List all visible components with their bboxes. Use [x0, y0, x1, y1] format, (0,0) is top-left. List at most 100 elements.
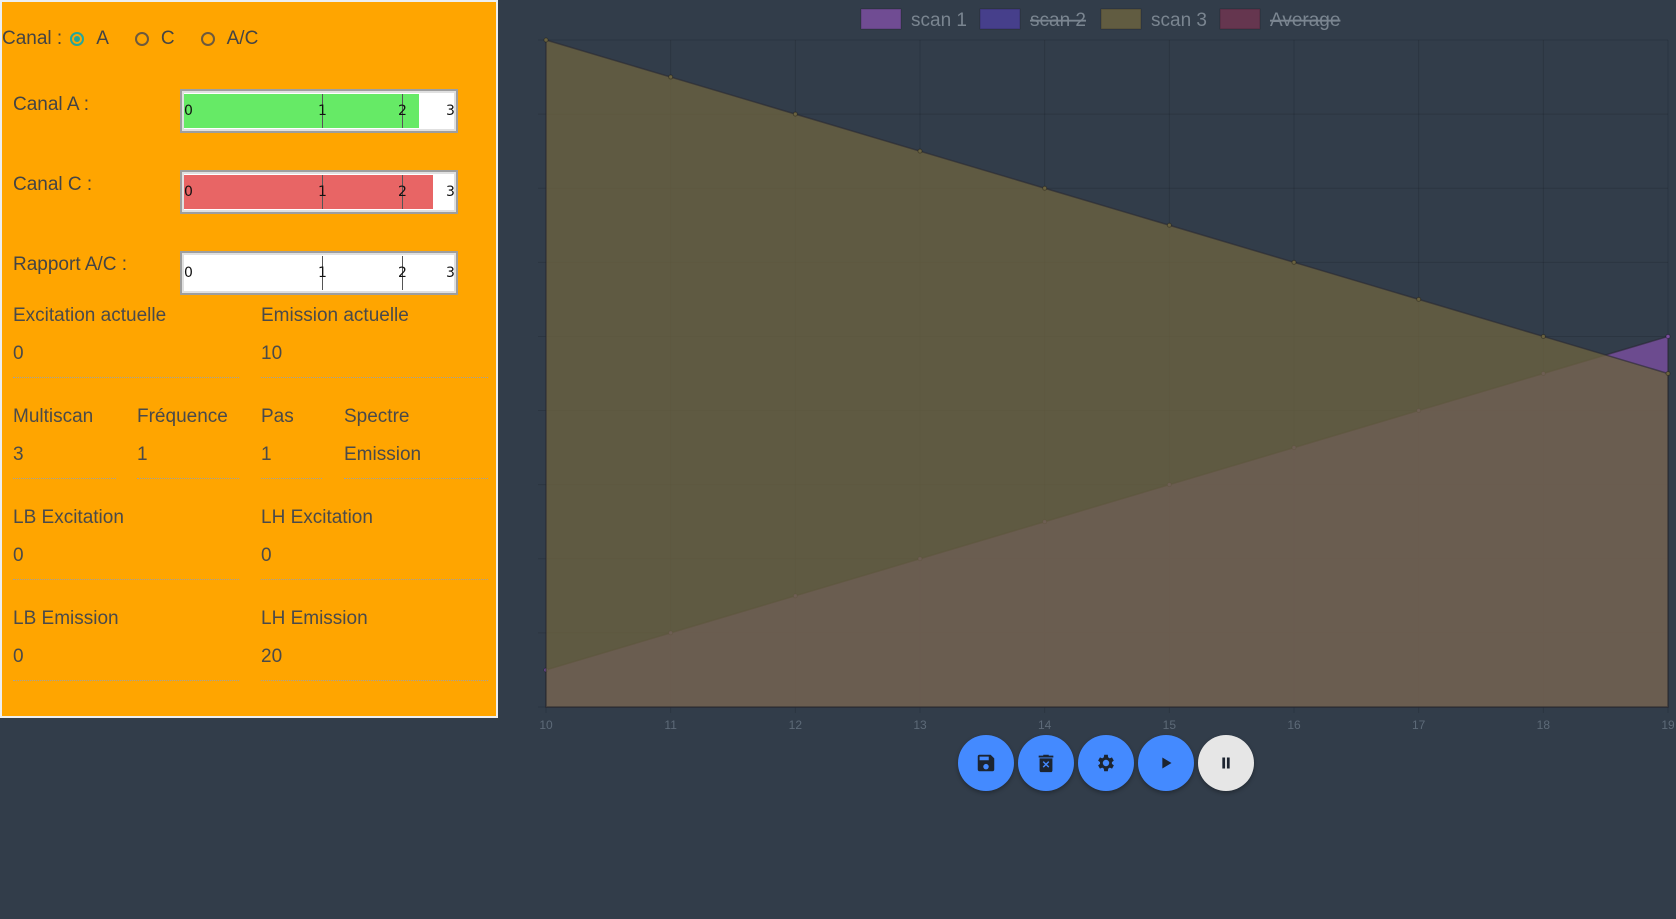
x-tick-label: 11 [664, 718, 677, 732]
emission-actuelle-field[interactable]: Emission actuelle 10 [261, 305, 488, 378]
lb-excitation-value[interactable]: 0 [13, 545, 24, 567]
canal-label: Canal : [2, 28, 63, 49]
excitation-actuelle-field[interactable]: Excitation actuelle 0 [13, 305, 239, 378]
canal-a-meter: 0 1 2 3 [180, 89, 458, 133]
meter-fill [184, 94, 419, 128]
x-tick-label: 16 [1287, 718, 1301, 732]
canal-c-meter: 0 1 2 3 [180, 170, 458, 214]
data-point [917, 148, 923, 154]
meter-tick-label: 3 [446, 103, 455, 119]
frequence-label: Fréquence [137, 406, 228, 427]
delete-icon [1038, 754, 1054, 773]
data-point [1291, 259, 1297, 265]
legend-swatch [860, 8, 902, 30]
rapport-ac-meter: 0 1 2 3 [180, 251, 458, 295]
x-tick-label: 13 [913, 718, 927, 732]
legend-swatch [979, 8, 1021, 30]
legend-swatch [1219, 8, 1261, 30]
canal-option-a[interactable]: A [70, 28, 109, 50]
data-point [1665, 371, 1671, 376]
pas-value[interactable]: 1 [261, 444, 272, 466]
x-tick-label: 12 [789, 718, 803, 732]
data-point [668, 74, 674, 80]
meter-fill [184, 175, 434, 209]
radio-a[interactable] [70, 32, 85, 46]
canal-option-ac[interactable]: A/C [200, 28, 259, 50]
x-tick-label: 19 [1661, 718, 1675, 732]
lh-excitation-field[interactable]: LH Excitation 0 [261, 507, 488, 580]
frequence-field[interactable]: Fréquence 1 [137, 406, 239, 479]
data-point [1416, 296, 1422, 302]
meter-tick-label: 1 [318, 265, 327, 281]
excitation-actuelle-value[interactable]: 0 [13, 343, 24, 365]
settings-button[interactable] [1078, 735, 1134, 791]
lb-emission-value[interactable]: 0 [13, 646, 24, 668]
canal-selector: Canal : A C A/C [2, 26, 284, 52]
meter-tick-label: 3 [446, 265, 455, 281]
meter-tick-label: 2 [398, 184, 407, 200]
x-tick-label: 18 [1537, 718, 1551, 732]
pas-field[interactable]: Pas 1 [261, 406, 322, 479]
spectre-value[interactable]: Emission [344, 444, 421, 466]
canal-option-c[interactable]: C [134, 28, 175, 50]
data-point [543, 37, 549, 43]
multiscan-value[interactable]: 3 [13, 444, 24, 466]
x-tick-label: 14 [1038, 718, 1052, 732]
legend-swatch [1100, 8, 1142, 30]
lb-excitation-label: LB Excitation [13, 507, 124, 528]
lh-emission-value[interactable]: 20 [261, 646, 282, 668]
lh-excitation-value[interactable]: 0 [261, 545, 272, 567]
frequence-value[interactable]: 1 [137, 444, 148, 466]
chart-svg: 10 11 12 13 14 15 16 17 18 19 scan 1 scan 2 scan 3 Av… [538, 8, 1675, 732]
save-button[interactable] [958, 735, 1014, 791]
gear-icon [1098, 754, 1114, 772]
legend-label[interactable]: scan 3 [1151, 10, 1207, 31]
meter-tick-label: 0 [184, 184, 193, 200]
data-point [1540, 333, 1546, 339]
canal-a-label: Canal A : [13, 94, 90, 115]
pas-label: Pas [261, 406, 294, 427]
data-point [1166, 222, 1172, 228]
excitation-actuelle-label: Excitation actuelle [13, 305, 167, 326]
x-tick-label: 15 [1163, 718, 1177, 732]
meter-tick-label: 0 [184, 103, 193, 119]
x-tick-label: 17 [1412, 718, 1426, 732]
emission-actuelle-value[interactable]: 10 [261, 343, 282, 365]
play-icon [1162, 757, 1172, 769]
canal-option-c-label: C [160, 28, 175, 49]
spectre-label: Spectre [344, 406, 410, 427]
data-point [1665, 333, 1671, 339]
lh-emission-label: LH Emission [261, 608, 368, 629]
spectrum-chart: 10 11 12 13 14 15 16 17 18 19 scan 1 scan 2 scan 3 Av… [500, 0, 1676, 740]
emission-actuelle-label: Emission actuelle [261, 305, 409, 326]
action-toolbar [958, 735, 1254, 791]
meter-tick-label: 3 [446, 184, 455, 200]
lb-excitation-field[interactable]: LB Excitation 0 [13, 507, 239, 580]
canal-option-ac-label: A/C [226, 28, 259, 49]
multiscan-label: Multiscan [13, 406, 94, 427]
legend-label[interactable]: scan 1 [911, 10, 967, 31]
meter-tick-label: 2 [398, 265, 407, 281]
lh-emission-field[interactable]: LH Emission 20 [261, 608, 488, 681]
canal-option-a-label: A [96, 28, 109, 49]
pause-icon [1222, 757, 1230, 769]
series-area-2 [545, 38, 1669, 708]
data-point [1042, 185, 1048, 191]
play-button[interactable] [1138, 735, 1194, 791]
control-panel: Canal : A C A/C Canal A : 0 1 2 3 Canal C :… [0, 0, 498, 718]
lb-emission-field[interactable]: LB Emission 0 [13, 608, 239, 681]
legend-label[interactable]: Average [1270, 10, 1340, 31]
data-point [792, 111, 798, 117]
meter-tick-label: 1 [318, 184, 327, 200]
delete-button[interactable] [1018, 735, 1074, 791]
radio-ac[interactable] [200, 32, 215, 46]
lh-excitation-label: LH Excitation [261, 507, 373, 528]
x-tick-label: 10 [539, 718, 553, 732]
multiscan-field[interactable]: Multiscan 3 [13, 406, 116, 479]
radio-c[interactable] [134, 32, 149, 46]
spectre-field[interactable]: Spectre Emission [344, 406, 488, 479]
canal-c-label: Canal C : [13, 174, 93, 195]
legend-label[interactable]: scan 2 [1030, 10, 1086, 31]
meter-tick-label: 1 [318, 103, 327, 119]
pause-button[interactable] [1198, 735, 1254, 791]
